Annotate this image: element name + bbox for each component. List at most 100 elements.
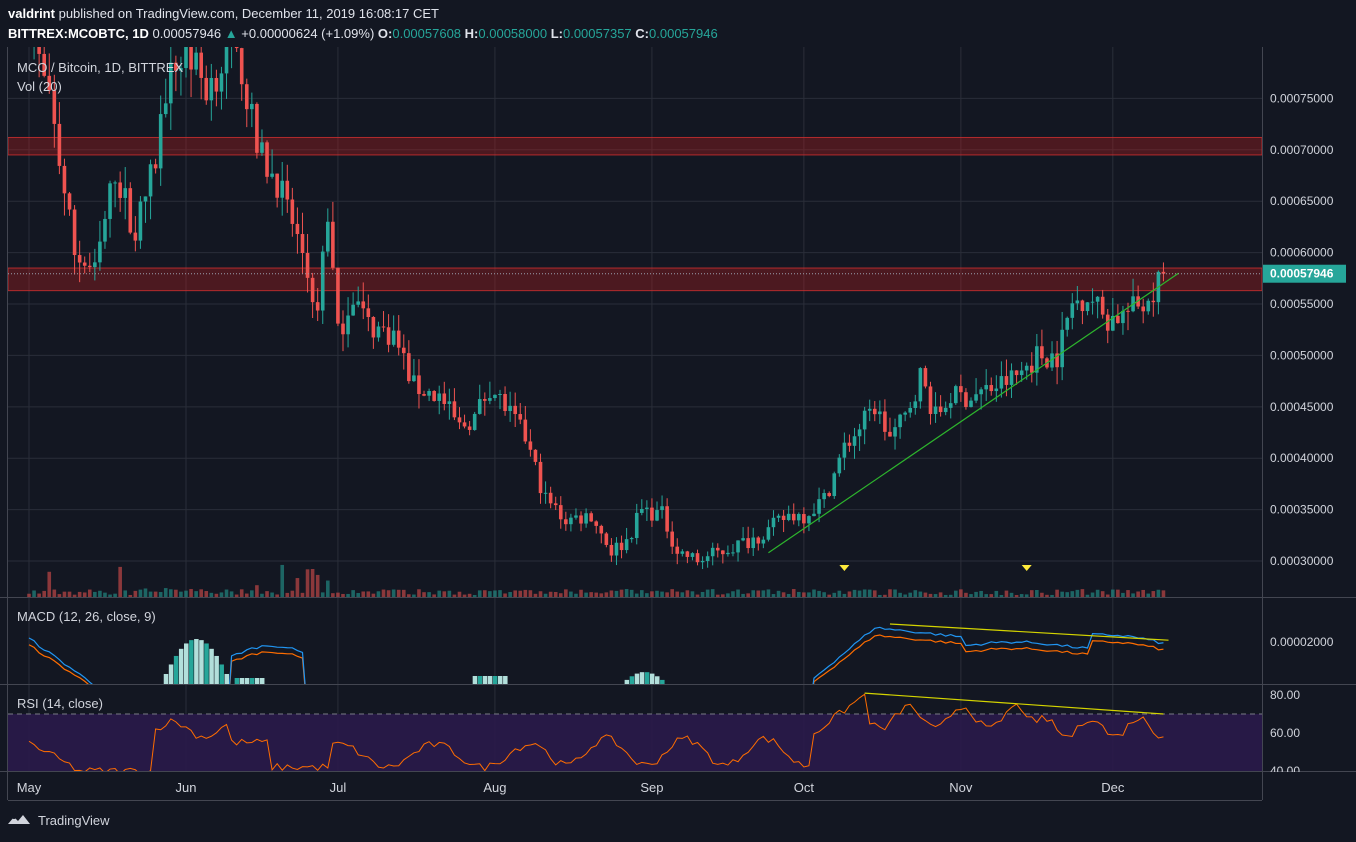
- candle: [138, 201, 143, 241]
- volume-bar: [169, 589, 173, 597]
- candle: [650, 507, 654, 521]
- candle: [797, 514, 801, 521]
- candle: [326, 221, 330, 252]
- candle: [427, 391, 431, 396]
- price-tick-label: 0.00055000: [1270, 297, 1334, 311]
- candle: [417, 375, 421, 395]
- candle: [103, 218, 107, 242]
- volume-bar: [320, 592, 325, 597]
- volume-bar: [640, 590, 644, 597]
- volume-legend: Vol (20): [17, 79, 62, 94]
- macd-histogram-bar: [224, 673, 230, 684]
- volume-bar: [548, 591, 553, 597]
- candle: [493, 394, 497, 399]
- candle: [275, 173, 279, 198]
- candle: [685, 551, 690, 557]
- candle: [538, 461, 543, 494]
- volume-bar: [766, 589, 771, 597]
- volume-bar: [660, 591, 664, 597]
- volume-bar: [270, 592, 274, 597]
- volume-bar: [1045, 594, 1049, 597]
- volume-bar: [437, 590, 442, 597]
- volume-bar: [726, 593, 730, 597]
- volume-bar: [852, 589, 857, 597]
- volume-bar: [690, 591, 695, 597]
- tradingview-logo-icon: [8, 815, 30, 824]
- candle: [771, 517, 776, 528]
- candle: [994, 388, 999, 392]
- volume-bar: [98, 590, 102, 597]
- volume-bar: [82, 592, 87, 597]
- volume-bar: [133, 590, 138, 597]
- volume-bar: [118, 566, 122, 597]
- volume-bar: [1156, 589, 1161, 597]
- volume-bar: [979, 590, 983, 597]
- volume-bar: [614, 590, 619, 597]
- price-chart[interactable]: 0.00057946 0.00030000 0.00035000 0.00040000…: [0, 0, 1356, 842]
- rsi-tick-label: 60.00: [1270, 726, 1300, 740]
- volume-bar: [1040, 592, 1044, 597]
- candle: [113, 182, 117, 184]
- candle: [158, 114, 163, 169]
- candle: [62, 165, 67, 194]
- macd-histogram-bar: [234, 678, 240, 684]
- candle: [943, 407, 948, 413]
- volume-bar: [244, 593, 249, 597]
- volume-bar: [508, 592, 512, 597]
- candle: [959, 386, 963, 393]
- candle: [498, 394, 502, 396]
- candle: [827, 493, 831, 497]
- volume-bar: [893, 589, 897, 597]
- volume-bar: [695, 594, 700, 597]
- candle: [1085, 302, 1090, 312]
- volume-bar: [964, 592, 968, 597]
- price-tick-label: 0.00065000: [1270, 194, 1334, 208]
- candle: [523, 419, 528, 442]
- volume-bar: [872, 590, 877, 597]
- time-tick-label: May: [17, 780, 42, 795]
- candle: [1100, 296, 1105, 315]
- volume-bar: [407, 594, 411, 597]
- candle: [832, 473, 837, 497]
- candle: [1070, 303, 1075, 318]
- price-tick-label: 0.00030000: [1270, 554, 1334, 568]
- candle: [244, 84, 249, 110]
- candle: [396, 330, 401, 348]
- volume-bar: [918, 591, 923, 597]
- candle: [1151, 300, 1156, 303]
- candle: [690, 553, 695, 557]
- candle: [300, 234, 305, 254]
- volume-bar: [174, 589, 178, 597]
- macd-histogram-bar: [660, 679, 665, 684]
- candle: [634, 512, 639, 539]
- candle: [422, 394, 426, 396]
- candle: [133, 232, 138, 241]
- volume-bar: [87, 589, 92, 597]
- volume-bar: [680, 592, 685, 597]
- volume-bar: [47, 571, 52, 597]
- macd-histogram-bar: [249, 678, 255, 684]
- candle: [558, 505, 563, 520]
- candle: [569, 517, 573, 525]
- candle: [230, 42, 234, 46]
- volume-bar: [731, 591, 735, 597]
- volume-bar: [103, 592, 107, 597]
- volume-bar: [143, 588, 148, 597]
- volume-bar: [108, 594, 112, 597]
- candle: [255, 103, 259, 153]
- candle: [817, 499, 821, 514]
- volume-bar: [396, 589, 401, 597]
- candle: [1080, 300, 1085, 312]
- volume-bar: [488, 591, 492, 597]
- candle: [315, 302, 320, 311]
- volume-bar: [609, 590, 614, 597]
- volume-bar: [285, 592, 290, 597]
- candle: [437, 393, 442, 401]
- tradingview-logo[interactable]: TradingView: [6, 812, 110, 828]
- macd-histogram-bar: [204, 643, 209, 684]
- volume-bar: [401, 589, 406, 597]
- candle: [391, 330, 396, 345]
- candle: [710, 547, 715, 557]
- volume-bar: [138, 589, 143, 597]
- volume-bar: [807, 592, 811, 597]
